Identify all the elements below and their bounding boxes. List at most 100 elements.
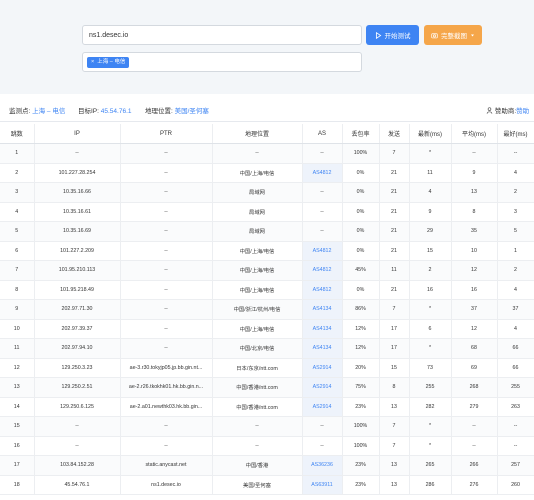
cell-ip: 101.95.218.49 <box>34 280 121 300</box>
cell-ip: 10.35.16.66 <box>34 182 121 203</box>
monitor-tag[interactable]: × 上海 – 电信 <box>87 57 130 68</box>
cell-sent: 7 <box>379 299 410 320</box>
camera-icon <box>431 32 438 38</box>
column-header-last: 最新(ms) <box>409 124 452 144</box>
cell-loss: 45% <box>342 260 380 281</box>
cell-hop: 4 <box>0 202 35 222</box>
cell-loss: 100% <box>342 416 380 437</box>
cell-hop: 14 <box>0 397 35 417</box>
chevron-down-icon <box>471 34 474 36</box>
cell-hop: 15 <box>0 416 35 437</box>
cell-as[interactable]: AS4812 <box>302 260 343 281</box>
cell-best: 257 <box>497 455 534 476</box>
sponsor-link[interactable]: 赞助 <box>516 108 529 115</box>
cell-as[interactable]: AS36236 <box>302 455 343 476</box>
cell-avg: 279 <box>451 397 498 417</box>
cell-hop: 5 <box>0 221 35 242</box>
cell-location: -- <box>212 436 303 456</box>
person-icon <box>486 107 493 114</box>
cell-sent: 11 <box>379 260 410 281</box>
cell-avg: 69 <box>451 358 498 378</box>
cell-location: 中国/香港 <box>212 455 303 476</box>
cell-as[interactable]: AS4134 <box>302 338 343 359</box>
cell-sent: 21 <box>379 280 410 300</box>
column-header-hop: 跳数 <box>0 124 35 144</box>
cell-ip: 10.35.16.61 <box>34 202 121 222</box>
table-row: 2 101.227.28.254 -- 中国/上海/电信 AS4812 0% 21 11 9 4 <box>0 163 534 183</box>
cell-avg: 12 <box>451 319 498 339</box>
cell-hop: 13 <box>0 377 35 398</box>
cell-ptr: -- <box>120 182 213 203</box>
cell-ptr: -- <box>120 241 213 261</box>
cell-location: 局域网 <box>212 221 303 242</box>
cell-ptr: ae-2.r26.tkokhk01.hk.bb.gin.n... <box>120 377 213 398</box>
cell-avg: 276 <box>451 475 498 495</box>
cell-as[interactable]: AS2914 <box>302 397 343 417</box>
cell-loss: 0% <box>342 182 380 203</box>
cell-last: 265 <box>409 455 452 476</box>
cell-ptr: -- <box>120 163 213 183</box>
table-row: 10 202.97.39.37 -- 中国/上海/电信 AS4134 12% 17 6 12 4 <box>0 319 534 339</box>
cell-sent: 21 <box>379 182 410 203</box>
cell-best: 263 <box>497 397 534 417</box>
cell-sent: 7 <box>379 143 410 164</box>
cell-as[interactable]: AS4812 <box>302 280 343 300</box>
cell-avg: 266 <box>451 455 498 476</box>
cell-as[interactable]: AS4812 <box>302 241 343 261</box>
cell-best: 260 <box>497 475 534 495</box>
cell-hop: 8 <box>0 280 35 300</box>
host-input[interactable]: ns1.desec.io <box>82 25 362 45</box>
table-row: 8 101.95.218.49 -- 中国/上海/电信 AS4812 0% 21 16 16 4 <box>0 280 534 300</box>
full-screenshot-button[interactable]: 完整截图 <box>424 25 482 45</box>
cell-ptr: static.anycast.net <box>120 455 213 476</box>
table-row: 4 10.35.16.61 -- 局域网 -- 0% 21 9 8 3 <box>0 202 534 222</box>
cell-loss: 20% <box>342 358 380 378</box>
cell-as: -- <box>302 202 343 222</box>
cell-as[interactable]: AS63911 <box>302 475 343 495</box>
cell-last: * <box>409 299 452 320</box>
cell-sent: 17 <box>379 338 410 359</box>
cell-hop: 11 <box>0 338 35 359</box>
start-test-button[interactable]: 开始测试 <box>366 25 419 45</box>
column-header-as: AS <box>302 124 343 144</box>
tag-close-icon[interactable]: × <box>91 57 94 68</box>
cell-avg: 16 <box>451 280 498 300</box>
cell-avg: 13 <box>451 182 498 203</box>
cell-hop: 9 <box>0 299 35 320</box>
cell-hop: 1 <box>0 143 35 164</box>
cell-as[interactable]: AS4134 <box>302 299 343 320</box>
table-row: 11 202.97.94.10 -- 中国/北京/电信 AS4134 12% 17 * 68 66 <box>0 338 534 359</box>
start-test-label: 开始测试 <box>384 33 411 40</box>
cell-best: 3 <box>497 202 534 222</box>
cell-as[interactable]: AS4812 <box>302 163 343 183</box>
cell-location: 局域网 <box>212 202 303 222</box>
table-row: 14 129.250.6.125 ae-2.a01.newthk03.hk.bb.g… <box>0 397 534 417</box>
cell-best: 4 <box>497 163 534 183</box>
cell-sent: 13 <box>379 455 410 476</box>
table-row: 1 -- -- -- -- 100% 7 * -- -- <box>0 143 534 164</box>
cell-hop: 18 <box>0 475 35 495</box>
cell-location: 中国/香港/ntt.com <box>212 397 303 417</box>
cell-last: * <box>409 436 452 456</box>
cell-loss: 0% <box>342 163 380 183</box>
cell-last: 6 <box>409 319 452 339</box>
table-row: 3 10.35.16.66 -- 局域网 -- 0% 21 4 13 2 <box>0 182 534 203</box>
cell-as[interactable]: AS4134 <box>302 319 343 339</box>
cell-sent: 8 <box>379 377 410 398</box>
cell-ip: 45.54.76.1 <box>34 475 121 495</box>
table-row: 17 103.84.152.28 static.anycast.net 中国/香港 AS… <box>0 455 534 476</box>
cell-location: -- <box>212 416 303 437</box>
search-panel: ns1.desec.io 开始测试 完整截图 × 上海 – 电信 <box>0 0 534 94</box>
cell-ip: 10.35.16.69 <box>34 221 121 242</box>
cell-ptr: -- <box>120 202 213 222</box>
column-header-sent: 发送 <box>379 124 410 144</box>
cell-location: 日本/东京/ntt.com <box>212 358 303 378</box>
cell-location: 中国/上海/电信 <box>212 280 303 300</box>
cell-loss: 100% <box>342 143 380 164</box>
cell-avg: 37 <box>451 299 498 320</box>
monitor-select[interactable]: × 上海 – 电信 <box>82 52 362 72</box>
cell-as[interactable]: AS2914 <box>302 358 343 378</box>
cell-loss: 0% <box>342 221 380 242</box>
cell-avg: -- <box>451 143 498 164</box>
cell-as[interactable]: AS2914 <box>302 377 343 398</box>
